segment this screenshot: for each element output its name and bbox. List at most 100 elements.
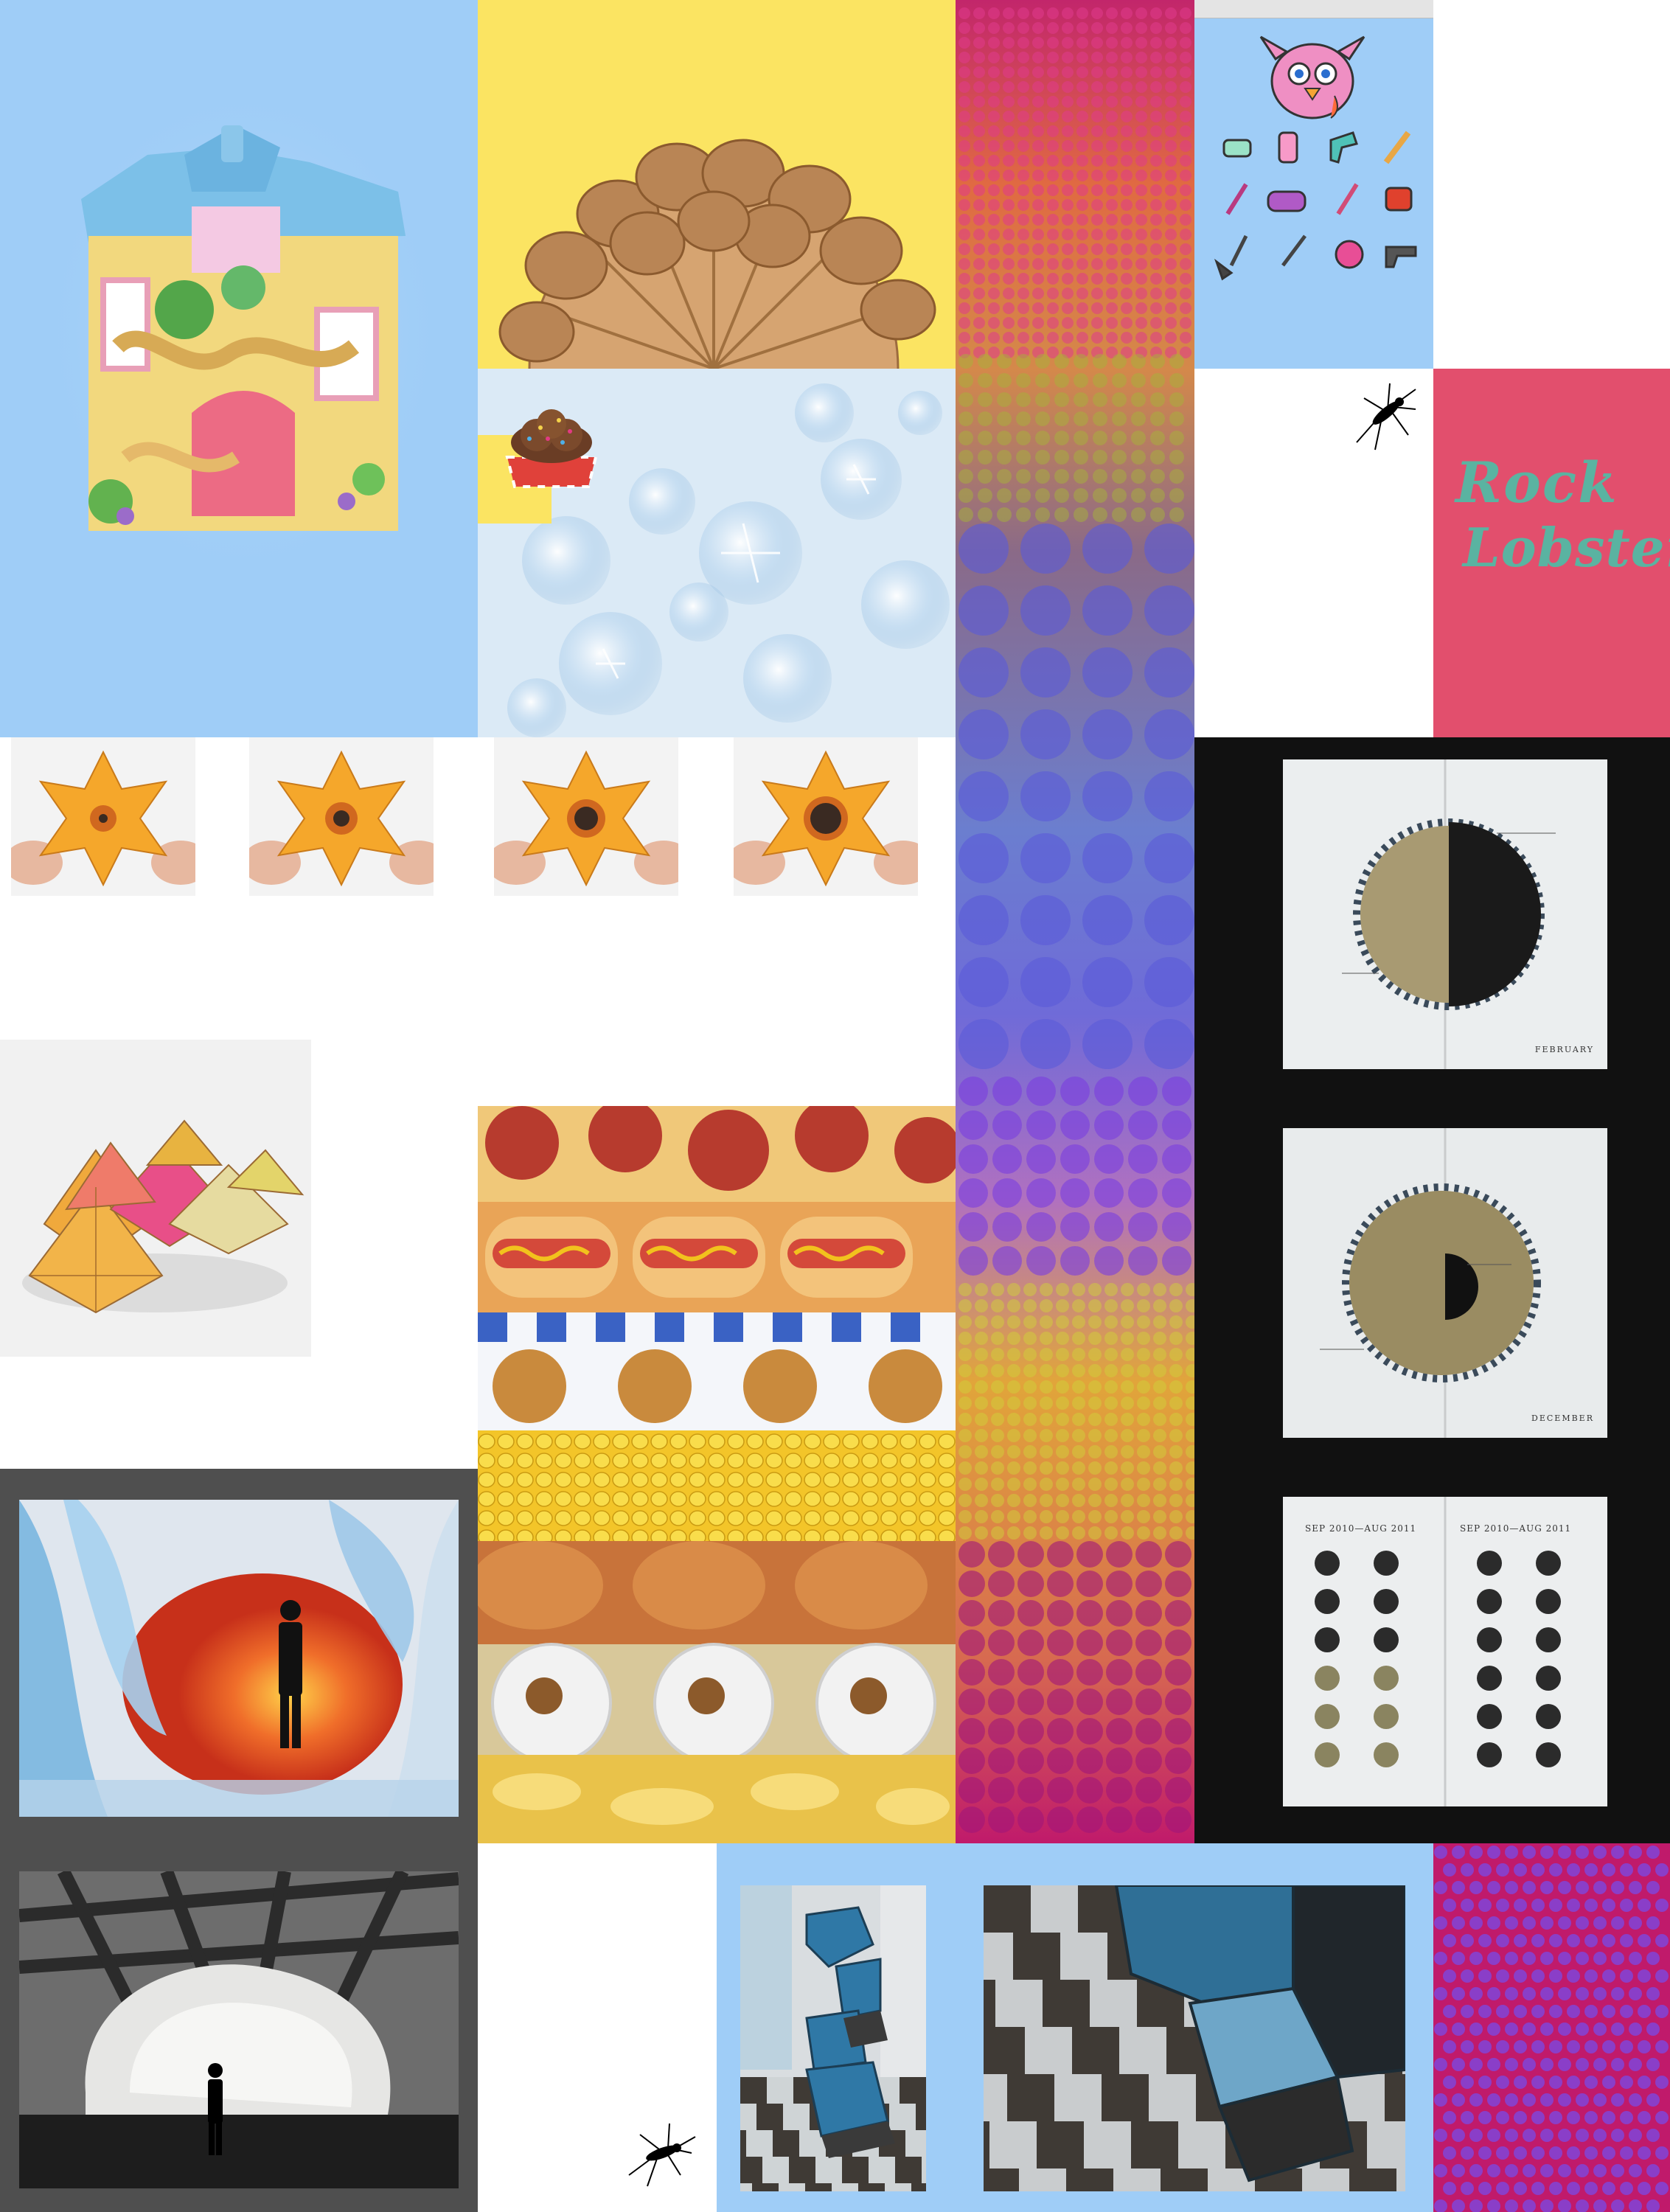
stripe-dot [1047,37,1059,49]
stripe-dot [1017,243,1029,255]
stripe-dot [1169,411,1184,426]
stripe-dot [1106,37,1118,49]
stripe-dot [1076,37,1088,49]
stripe-dot [1104,1445,1118,1458]
origami-flower-photo[interactable] [11,737,195,896]
stripe-dot [978,411,992,426]
stripe-dot [1094,1077,1124,1106]
stripe-dot [1072,1332,1085,1345]
stripe-dot [1062,288,1074,299]
corn-kernel [765,1453,783,1469]
magenta-dot [1567,2076,1580,2089]
stripe-dot [958,1526,972,1540]
stripe-dot [973,302,985,314]
calendar-book-1[interactable]: FEBRUARY [1276,752,1615,1077]
stripe-dot [1180,302,1191,314]
stripe-dot [958,1461,972,1475]
magenta-dot [1434,2129,1447,2142]
stripe-dot [1121,288,1133,299]
magenta-dot [1434,2093,1447,2107]
origami-pile-tile[interactable] [0,1040,311,1357]
corn-kernel [516,1433,534,1450]
stripe-dot [1088,1461,1102,1475]
calendar-book-2[interactable]: DECEMBER [1276,1121,1615,1445]
food-collage-tile[interactable] [478,1106,956,1843]
magenta-dots-tile[interactable] [1433,1843,1670,2212]
stripe-dot [1016,411,1031,426]
stripe-dot [958,1718,985,1745]
magenta-dot [1505,1846,1518,1859]
blue-wave-scene[interactable] [19,1500,459,1817]
magenta-dot [1620,2182,1633,2195]
stripe-dot [1091,81,1103,93]
stripe-dot [1047,170,1059,181]
book-dot [1315,1589,1340,1614]
cave-scene[interactable] [19,1871,459,2188]
stripe-dot [1035,411,1050,426]
magenta-dot [1496,2005,1509,2018]
corn-kernel [554,1491,572,1507]
stripe-dot [1091,125,1103,137]
calendar-books-tile[interactable]: FEBRUARY DECEMBER SEP 2010—AUG 2011 SEP … [1194,737,1670,1843]
stripe-dot [1180,273,1191,285]
calendar-book-3[interactable]: SEP 2010—AUG 2011 SEP 2010—AUG 2011 [1276,1489,1615,1814]
stripe-dot [1072,1526,1085,1540]
stripe-dot [1017,332,1029,344]
rock-lobster-tile[interactable]: Rock Lobster [1433,369,1670,737]
book-3-header-right: SEP 2010—AUG 2011 [1460,1523,1572,1534]
magenta-dot [1611,1881,1624,1894]
magenta-dot [1593,1846,1607,1859]
stripe-dot [988,243,1000,255]
dot-stripe-tile[interactable] [956,0,1194,1843]
stripe-dot [1026,1178,1056,1208]
cone-wheel-tile[interactable] [478,0,956,369]
stripe-dot [1169,1397,1183,1410]
stripe-dot [991,1299,1004,1312]
sculpture-photo-1[interactable] [740,1885,926,2191]
sundae-tray-tile[interactable] [478,369,610,524]
floor-tile [1043,1980,1090,2027]
origami-flower-photo[interactable] [249,737,434,896]
stripe-dot [1135,7,1147,19]
sculpture-photos-tile[interactable] [717,1843,1433,2212]
magenta-dot [1602,2076,1615,2089]
stripe-dot [1180,332,1191,344]
stripe-dot [991,1397,1004,1410]
origami-flower-photo[interactable] [734,737,918,896]
stripe-dot [1003,155,1015,167]
stripe-dot [958,317,970,329]
stripe-dot [1023,1299,1037,1312]
magenta-dot [1584,1863,1598,1877]
stripe-dot [958,1364,972,1377]
magenta-dot [1576,1987,1589,2000]
magenta-dot [1496,1899,1509,1912]
stripe-dot [1094,1212,1124,1242]
stripe-dot [958,957,1009,1007]
corn-kernel [746,1433,764,1450]
stripe-dot [1150,431,1165,445]
corn-kernel [535,1491,553,1507]
furby-toys-tile[interactable] [1194,0,1433,369]
stripe-dot [1023,1397,1037,1410]
stripe-dot [1121,37,1133,49]
stripe-dot [1047,1541,1074,1568]
magenta-dot [1655,2182,1669,2195]
stripe-dot [1047,243,1059,255]
stripe-dot [1054,507,1069,522]
magenta-dot [1523,2164,1536,2177]
stripe-dot [1180,184,1191,196]
stripe-dot [1040,1348,1053,1361]
magenta-dot [1549,1863,1562,1877]
book-spread-icon [1283,759,1607,1069]
stripe-dot [1082,709,1133,759]
dollhouse-tile[interactable] [0,0,478,737]
magenta-dot [1655,1934,1669,1947]
sculpture-photo-2[interactable] [984,1885,1405,2191]
stripe-dot [1035,488,1050,503]
stripe-dot [1137,1445,1150,1458]
stripe-dot [978,507,992,522]
stripe-dot [1180,81,1191,93]
magenta-dot [1514,2005,1527,2018]
origami-flower-photo[interactable] [494,737,678,896]
magenta-dot [1514,1863,1527,1877]
